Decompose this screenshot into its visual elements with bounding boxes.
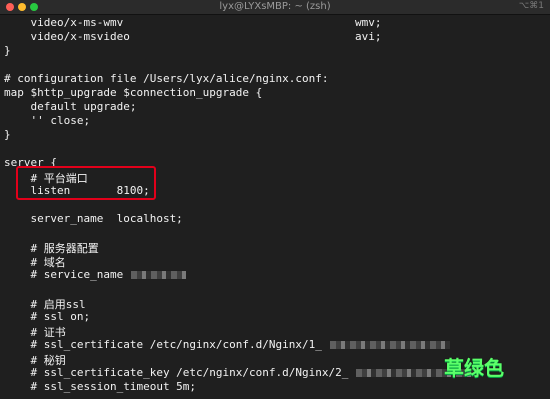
- code-line: video/x-msvideo avi;: [4, 30, 382, 43]
- code-line-redacted: # ssl_certificate_key /etc/nginx/conf.d/…: [4, 366, 477, 380]
- code-line: map $http_upgrade $connection_upgrade {: [4, 86, 263, 99]
- code-line: # 证书: [4, 326, 66, 339]
- code-line: # ssl on;: [4, 310, 91, 323]
- window-title: lyx@LYXsMBP: ~ (zsh): [219, 1, 331, 12]
- code-line: # 秘钥: [4, 354, 66, 367]
- terminal-window: lyx@LYXsMBP: ~ (zsh) ⌥⌘1 video/x-ms-wmv …: [0, 0, 550, 399]
- code-line: video/x-ms-wmv wmv;: [4, 16, 382, 29]
- redacted-value: [131, 271, 187, 279]
- title-bar: lyx@LYXsMBP: ~ (zsh) ⌥⌘1: [0, 0, 550, 15]
- highlight-box: [16, 166, 156, 200]
- terminal-output[interactable]: video/x-ms-wmv wmv; video/x-msvideo avi;…: [0, 16, 550, 399]
- code-line: # 服务器配置: [4, 242, 99, 255]
- code-line: # configuration file /Users/lyx/alice/ng…: [4, 72, 329, 85]
- code-line-redacted: # service_name: [4, 268, 187, 282]
- code-line: }: [4, 44, 11, 57]
- watermark-text: 草绿色: [444, 356, 504, 380]
- code-line-redacted: # ssl_certificate /etc/nginx/conf.d/Ngin…: [4, 338, 450, 352]
- code-line: default upgrade;: [4, 100, 137, 113]
- code-line-text: # ssl_certificate /etc/nginx/conf.d/Ngin…: [4, 338, 322, 351]
- code-line: # ssl_session_timeout 5m;: [4, 380, 197, 393]
- redacted-value: [329, 341, 450, 349]
- code-line: # 域名: [4, 256, 66, 269]
- code-line-text: # ssl_certificate_key /etc/nginx/conf.d/…: [4, 366, 349, 379]
- code-line: # 启用ssl: [4, 298, 86, 311]
- code-line: '' close;: [4, 114, 91, 127]
- window-shortcut: ⌥⌘1: [518, 1, 544, 11]
- code-line-text: # service_name: [4, 268, 124, 281]
- code-line: }: [4, 128, 11, 141]
- code-line: server_name localhost;: [4, 212, 183, 225]
